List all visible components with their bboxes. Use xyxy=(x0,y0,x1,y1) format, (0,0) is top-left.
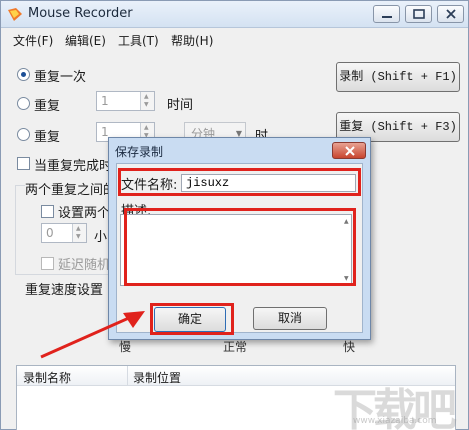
main-window: Mouse Recorder 文件(F) 编辑(E) 工具(T) 帮助(H) 重… xyxy=(0,0,469,430)
menu-tools[interactable]: 工具(T) xyxy=(118,32,159,49)
when-done-label: 当重复完成时 xyxy=(34,159,113,174)
dialog-title: 保存录制 xyxy=(115,145,164,159)
repeat-duration-label: 重复 xyxy=(34,130,61,145)
repeat-times-value: 1 xyxy=(101,94,109,108)
column-header-location[interactable]: 录制位置 xyxy=(133,369,181,386)
spinner-arrows[interactable]: ▲ ▼ xyxy=(140,92,154,110)
delay-random-label: 延迟随机 xyxy=(58,258,111,273)
menu-file[interactable]: 文件(F) xyxy=(13,32,53,49)
times-unit-label: 时间 xyxy=(167,98,194,113)
when-done-checkbox[interactable] xyxy=(17,157,30,170)
file-name-label: 文件名称: xyxy=(121,178,178,193)
speed-fast-label: 快 xyxy=(343,340,356,354)
repeat-once-radio[interactable] xyxy=(17,68,30,81)
speed-normal-label: 正常 xyxy=(223,340,248,354)
dialog-close-button[interactable] xyxy=(332,142,366,159)
watermark-url: www.xiazaiba.com xyxy=(353,416,437,426)
repeat-duration-radio[interactable] xyxy=(17,128,30,141)
repeat-times-radio[interactable] xyxy=(17,97,30,110)
cancel-button[interactable]: 取消 xyxy=(253,307,327,330)
speed-label: 重复速度设置 xyxy=(25,283,104,298)
description-textarea[interactable]: ▲ ▼ xyxy=(120,214,352,286)
menu-edit[interactable]: 编辑(E) xyxy=(65,32,106,49)
interval-unit: 小 xyxy=(94,230,108,245)
ok-button[interactable]: 确定 xyxy=(154,307,226,332)
maximize-icon xyxy=(413,9,425,19)
dialog-close-icon xyxy=(345,146,355,156)
delay-random-checkbox[interactable] xyxy=(41,257,54,270)
file-name-input[interactable]: jisuxz xyxy=(181,174,356,192)
description-scrollbar[interactable]: ▲ ▼ xyxy=(343,215,351,285)
minimize-icon xyxy=(382,16,392,18)
arrow-annotation xyxy=(40,311,145,359)
interval-value: 0 xyxy=(46,226,54,240)
repeat-times-spinner[interactable]: 1 ▲ ▼ xyxy=(96,91,155,111)
set-two-label: 设置两个 xyxy=(58,206,111,221)
column-divider[interactable] xyxy=(127,366,128,386)
minimize-button[interactable] xyxy=(373,5,400,23)
window-title: Mouse Recorder xyxy=(28,6,133,21)
close-button[interactable] xyxy=(437,5,464,23)
repeat-times-label: 重复 xyxy=(34,99,61,114)
app-icon xyxy=(7,7,23,22)
menu-bar: 文件(F) 编辑(E) 工具(T) 帮助(H) xyxy=(1,29,468,49)
close-icon xyxy=(446,9,456,19)
column-header-name[interactable]: 录制名称 xyxy=(23,369,71,386)
title-bar: Mouse Recorder xyxy=(1,1,468,28)
interval-spinner[interactable]: 0 ▲ ▼ xyxy=(41,223,87,243)
repeat-once-label: 重复一次 xyxy=(34,70,87,85)
interval-label: 两个重复之间的 xyxy=(25,179,119,198)
set-two-checkbox[interactable] xyxy=(41,205,54,218)
menu-help[interactable]: 帮助(H) xyxy=(171,32,213,49)
maximize-button[interactable] xyxy=(405,5,432,23)
spinner-arrows[interactable]: ▲ ▼ xyxy=(72,224,86,242)
record-button[interactable]: 录制 (Shift + F1) xyxy=(336,62,460,92)
